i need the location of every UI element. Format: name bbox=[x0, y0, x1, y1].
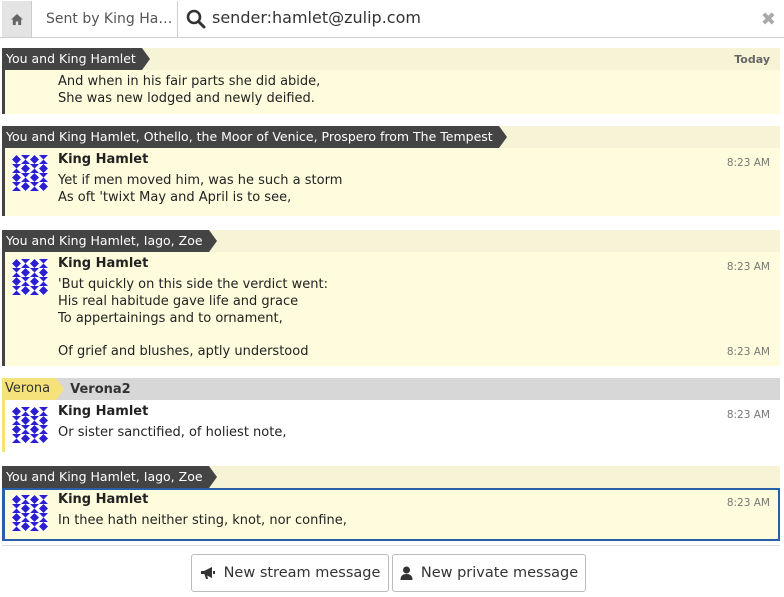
stream-bar: Verona Verona2 bbox=[2, 378, 780, 400]
avatar[interactable] bbox=[12, 155, 48, 191]
message-group: You and King Hamlet, Iago, Zoe King Haml… bbox=[2, 466, 780, 541]
home-icon bbox=[10, 13, 23, 25]
message-list: King Hamlet 8:23 AM 'But quickly on this… bbox=[2, 252, 780, 366]
sender-name[interactable]: King Hamlet bbox=[58, 148, 780, 170]
message-time[interactable]: 8:23 AM bbox=[727, 346, 770, 358]
message-line: And when in his fair parts she did abide… bbox=[58, 74, 321, 89]
recipient-bar: You and King Hamlet, Othello, the Moor o… bbox=[2, 126, 780, 148]
message-group: Verona Verona2 King Hamlet 8:23 AM Or si… bbox=[2, 378, 780, 452]
message-line: To appertainings and to ornament, bbox=[58, 311, 283, 326]
message-line: Yet if men moved him, was he such a stor… bbox=[58, 173, 343, 188]
bullhorn-icon bbox=[200, 567, 215, 579]
recipient-label[interactable]: You and King Hamlet, Iago, Zoe bbox=[2, 230, 217, 252]
message[interactable]: King Hamlet 8:23 AM Yet if men moved him… bbox=[5, 148, 780, 216]
message-line: As oft 'twixt May and April is to see, bbox=[58, 190, 292, 205]
message-time[interactable]: 8:23 AM bbox=[727, 261, 770, 273]
message-list: King Hamlet 8:23 AM In thee hath neither… bbox=[2, 488, 780, 541]
message-group: You and King Hamlet, Iago, Zoe King Haml… bbox=[2, 230, 780, 366]
home-button[interactable] bbox=[2, 1, 32, 37]
message-time[interactable]: 8:23 AM bbox=[727, 409, 770, 421]
message[interactable]: King Hamlet 8:23 AM 'But quickly on this… bbox=[5, 252, 780, 338]
search-bar: Sent by King Ha… sender:hamlet@zulip.com… bbox=[0, 0, 784, 38]
breadcrumb-label: Sent by King Ha… bbox=[46, 11, 173, 27]
message-list: King Hamlet 8:23 AM Or sister sanctified… bbox=[2, 400, 780, 452]
message-group: You and King Hamlet, Othello, the Moor o… bbox=[2, 126, 780, 216]
search-icon bbox=[184, 8, 208, 30]
message-line: Of grief and blushes, aptly understood bbox=[58, 344, 309, 359]
recipient-bar: You and King Hamlet Today bbox=[2, 48, 780, 70]
new-stream-message-button[interactable]: New stream message bbox=[191, 554, 389, 592]
recipient-label[interactable]: You and King Hamlet, Othello, the Moor o… bbox=[2, 126, 507, 148]
narrow-breadcrumb[interactable]: Sent by King Ha… bbox=[32, 1, 178, 37]
message-line: 'But quickly on this side the verdict we… bbox=[58, 277, 328, 292]
recipient-label[interactable]: You and King Hamlet, Iago, Zoe bbox=[2, 466, 217, 488]
message-line: His real habitude gave life and grace bbox=[58, 294, 299, 309]
message-time[interactable]: 8:23 AM bbox=[727, 497, 770, 509]
message[interactable]: Of grief and blushes, aptly understood 8… bbox=[5, 338, 780, 366]
selected-message[interactable]: King Hamlet 8:23 AM In thee hath neither… bbox=[5, 488, 780, 541]
avatar[interactable] bbox=[12, 259, 48, 295]
clear-search-icon[interactable]: ✖ bbox=[761, 9, 776, 30]
avatar[interactable] bbox=[12, 407, 48, 443]
stream-name[interactable]: Verona bbox=[2, 378, 65, 400]
topic-name[interactable]: Verona2 bbox=[70, 382, 131, 397]
compose-area: New stream message New private message bbox=[2, 545, 780, 597]
date-label: Today bbox=[734, 52, 770, 66]
avatar[interactable] bbox=[12, 495, 48, 531]
sender-name[interactable]: King Hamlet bbox=[58, 488, 780, 510]
message-group: You and King Hamlet Today And when in hi… bbox=[2, 48, 780, 114]
recipient-label[interactable]: You and King Hamlet bbox=[2, 48, 150, 70]
recipient-bar: You and King Hamlet, Iago, Zoe bbox=[2, 466, 780, 488]
message-line: In thee hath neither sting, knot, nor co… bbox=[58, 513, 347, 528]
message[interactable]: And when in his fair parts she did abide… bbox=[5, 70, 780, 107]
new-private-message-button[interactable]: New private message bbox=[392, 554, 586, 592]
message-time[interactable]: 8:23 AM bbox=[727, 157, 770, 169]
message-line: She was new lodged and newly deified. bbox=[58, 91, 315, 106]
message-list: King Hamlet 8:23 AM Yet if men moved him… bbox=[2, 148, 780, 216]
sender-name[interactable]: King Hamlet bbox=[58, 400, 780, 422]
message-list: And when in his fair parts she did abide… bbox=[2, 70, 780, 114]
search-input[interactable]: sender:hamlet@zulip.com bbox=[212, 8, 421, 27]
new-stream-message-label: New stream message bbox=[223, 565, 381, 581]
sender-name[interactable]: King Hamlet bbox=[58, 252, 780, 274]
recipient-bar: You and King Hamlet, Iago, Zoe bbox=[2, 230, 780, 252]
user-icon bbox=[400, 566, 413, 580]
message-line: Or sister sanctified, of holiest note, bbox=[58, 425, 287, 440]
message[interactable]: King Hamlet 8:23 AM Or sister sanctified… bbox=[5, 400, 780, 452]
new-private-message-label: New private message bbox=[420, 565, 579, 581]
